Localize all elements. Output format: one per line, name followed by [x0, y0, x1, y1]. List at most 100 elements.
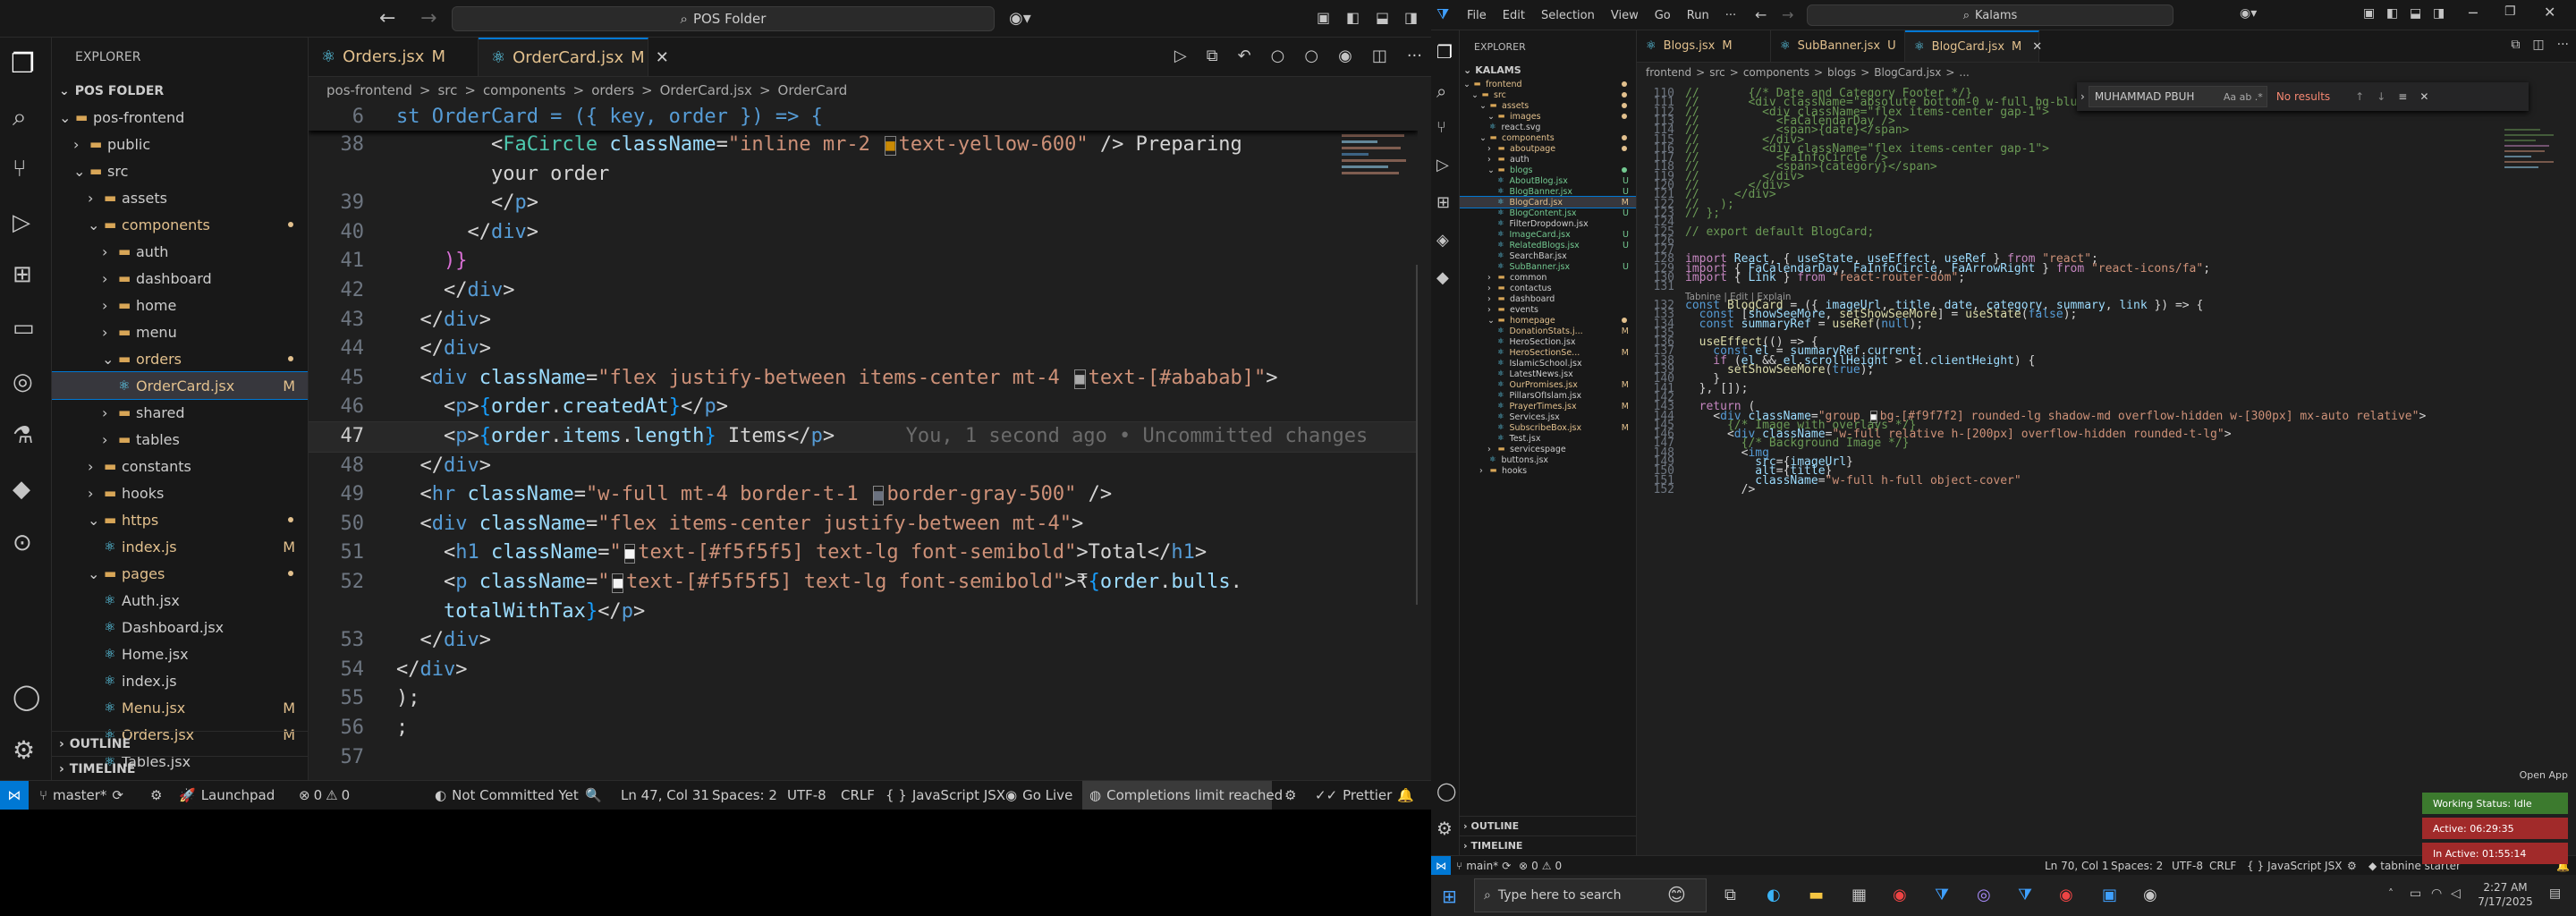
breadcrumb-item[interactable]: ...	[1959, 66, 1969, 79]
github-icon[interactable]: ◎	[1977, 886, 1991, 904]
settings-sync-icon[interactable]: ⚙	[1284, 781, 1296, 810]
end-of-line[interactable]: CRLF	[2209, 856, 2236, 875]
editor-tab[interactable]: ⚛ Orders.jsx M	[309, 38, 479, 76]
breadcrumb-item[interactable]: orders	[591, 82, 634, 98]
editor-tab[interactable]: ⚛ Blogs.jsx M	[1637, 30, 1771, 62]
tree-item[interactable]: ⚛ FilterDropdown.jsx	[1460, 218, 1636, 229]
tree-item[interactable]: ⚛ HeroSection.jsx	[1460, 336, 1636, 347]
problems-indicator[interactable]: ⊗ 0 ⚠ 0	[1519, 856, 1562, 875]
tree-item[interactable]: ⚛ Home.jsx	[52, 640, 308, 667]
tree-item[interactable]: ⚛ PrayerTimes.jsx M	[1460, 401, 1636, 411]
go-live-button[interactable]: ◉ Go Live	[1005, 781, 1072, 810]
source-control-icon[interactable]: ⑂	[13, 156, 27, 182]
tree-item[interactable]: ⚛ ImageCard.jsx U	[1460, 229, 1636, 240]
breadcrumb-item[interactable]: OrderCard	[778, 82, 848, 98]
layout-icon[interactable]: ▣	[1317, 9, 1330, 26]
tree-item[interactable]: ⚛ RelatedBlogs.jsx U	[1460, 240, 1636, 250]
branch-indicator[interactable]: ⑂ master* ⟳	[39, 781, 123, 810]
clock[interactable]: 2:27 AM 7/17/2025	[2474, 880, 2537, 909]
remote-icon[interactable]: ⋈	[0, 781, 29, 810]
menu-item[interactable]: Edit	[1503, 9, 1525, 22]
tree-item[interactable]: › ▬ hooks	[52, 479, 308, 506]
breadcrumb-item[interactable]: blogs	[1827, 66, 1856, 79]
app-icon[interactable]: ◉	[2143, 886, 2157, 904]
close-icon[interactable]: ✕	[2544, 4, 2555, 21]
tree-item[interactable]: › ▬ aboutpage	[1460, 143, 1636, 154]
notifications-bell-icon[interactable]: 🔔	[1397, 781, 1414, 810]
tree-item[interactable]: › ▬ menu	[52, 318, 308, 345]
outline-section[interactable]: › OUTLINE	[52, 731, 308, 756]
tree-item[interactable]: ⚛ DonationStats.j... M	[1460, 326, 1636, 336]
indentation[interactable]: Spaces: 2	[2111, 856, 2163, 875]
toggle-panel-icon[interactable]: ⬓	[1376, 9, 1389, 26]
menu-item[interactable]: ···	[1725, 9, 1736, 22]
outline-section[interactable]: › OUTLINE	[1460, 816, 1636, 835]
tree-item[interactable]: › ▬ auth	[52, 238, 308, 265]
photos-icon[interactable]: ▣	[2102, 886, 2117, 904]
manage-gear-icon[interactable]: ⚙	[1436, 818, 1453, 839]
settings-icon[interactable]: ⚙	[2347, 856, 2357, 875]
indentation[interactable]: Spaces: 2	[712, 781, 777, 810]
workspace-root[interactable]: ⌄ KALAMS	[1460, 61, 1636, 79]
arrow-up-icon[interactable]: ↑	[2355, 90, 2364, 103]
tree-item[interactable]: ⚛ BlogBanner.jsx U	[1460, 186, 1636, 197]
search-icon[interactable]: ⌕	[13, 102, 27, 132]
tree-item[interactable]: › ▬ events	[1460, 304, 1636, 315]
tree-item[interactable]: ⚛ index.js	[52, 667, 308, 694]
timeline-section[interactable]: › TIMELINE	[1460, 835, 1636, 855]
remote-icon[interactable]: ⋈	[1431, 856, 1451, 875]
tree-item[interactable]: ⚛ Dashboard.jsx	[52, 614, 308, 640]
vertical-scrollbar[interactable]	[1416, 265, 1418, 605]
command-center-search[interactable]: ⌕ Kalams	[1807, 4, 2174, 26]
tree-item[interactable]: ⚛ SearchBar.jsx	[1460, 250, 1636, 261]
tree-item[interactable]: › ▬ contactus	[1460, 283, 1636, 293]
cursor-position[interactable]: Ln 47, Col 31	[621, 781, 709, 810]
task-view-icon[interactable]: ⧉	[1724, 886, 1736, 904]
tree-item[interactable]: ⌄ ▬ pos-frontend	[52, 104, 308, 131]
encoding[interactable]: UTF-8	[2172, 856, 2203, 875]
launchpad-button[interactable]: 🚀 Launchpad	[179, 781, 275, 810]
blame-indicator[interactable]: ◐ Not Committed Yet	[435, 781, 579, 810]
wifi-icon[interactable]: ◠	[2431, 886, 2442, 901]
git-graph-icon[interactable]: ⚙	[150, 781, 162, 810]
manage-gear-icon[interactable]: ⚙	[13, 735, 35, 765]
chevron-right-icon[interactable]: ›	[2080, 90, 2085, 103]
tree-item[interactable]: › ▬ home	[52, 292, 308, 318]
sticky-scroll[interactable]: 6 st OrderCard = ({ key, order }) => {	[309, 104, 1418, 131]
volume-icon[interactable]: ◁	[2451, 886, 2461, 901]
tree-item[interactable]: ⚛ OrderCard.jsx M	[52, 371, 308, 400]
toggle-secondary-sidebar-icon[interactable]: ◨	[1404, 9, 1418, 26]
tree-item[interactable]: ⚛ react.svg	[1460, 122, 1636, 132]
language-mode[interactable]: { } JavaScript JSX	[2247, 856, 2342, 875]
breadcrumb-item[interactable]: src	[1709, 66, 1725, 79]
git-lens-icon[interactable]: ◎	[13, 369, 33, 395]
timeline-icon[interactable]: ↶	[1238, 47, 1251, 65]
breadcrumb-item[interactable]: components	[483, 82, 566, 98]
menu-item[interactable]: Go	[1655, 9, 1671, 22]
edge-icon[interactable]: ◐	[1767, 886, 1781, 904]
back-arrow-icon[interactable]: ←	[1755, 6, 1767, 23]
vscode-taskbar-icon[interactable]: ⧩	[1935, 886, 1949, 904]
tree-item[interactable]: ⚛ PillarsOfIslam.jsx	[1460, 390, 1636, 401]
split-editor-icon[interactable]: ◫	[1372, 47, 1387, 65]
compare-icon[interactable]: ⧉	[2511, 38, 2520, 52]
tree-item[interactable]: ⌄ ▬ homepage	[1460, 315, 1636, 326]
tree-item[interactable]: ⌄ ▬ https	[52, 506, 308, 533]
breadcrumb-item[interactable]: OrderCard.jsx	[660, 82, 752, 98]
chrome-second-icon[interactable]: ◉	[2059, 886, 2073, 904]
source-control-icon[interactable]: ⑂	[1436, 118, 1446, 137]
minimap[interactable]	[1342, 104, 1413, 301]
breadcrumb-item[interactable]: frontend	[1646, 66, 1691, 79]
tree-item[interactable]: ⚛ index.js M	[52, 533, 308, 560]
tree-item[interactable]: ⌄ ▬ src	[52, 157, 308, 184]
minimap[interactable]	[2504, 125, 2558, 268]
tree-item[interactable]: ⌄ ▬ components	[1460, 132, 1636, 143]
tabnine-icon[interactable]: ◆	[1436, 268, 1449, 287]
layout-icon[interactable]: ▣	[2363, 6, 2375, 21]
previous-change-icon[interactable]: ○	[1271, 47, 1285, 65]
toggle-panel-icon[interactable]: ⬓	[2410, 6, 2421, 21]
tree-item[interactable]: ⚛ BlogContent.jsx U	[1460, 208, 1636, 218]
tree-item[interactable]: › ▬ constants	[52, 453, 308, 479]
menu-item[interactable]: Run	[1687, 9, 1709, 22]
copilot-icon[interactable]: ◉▾	[1009, 9, 1031, 28]
